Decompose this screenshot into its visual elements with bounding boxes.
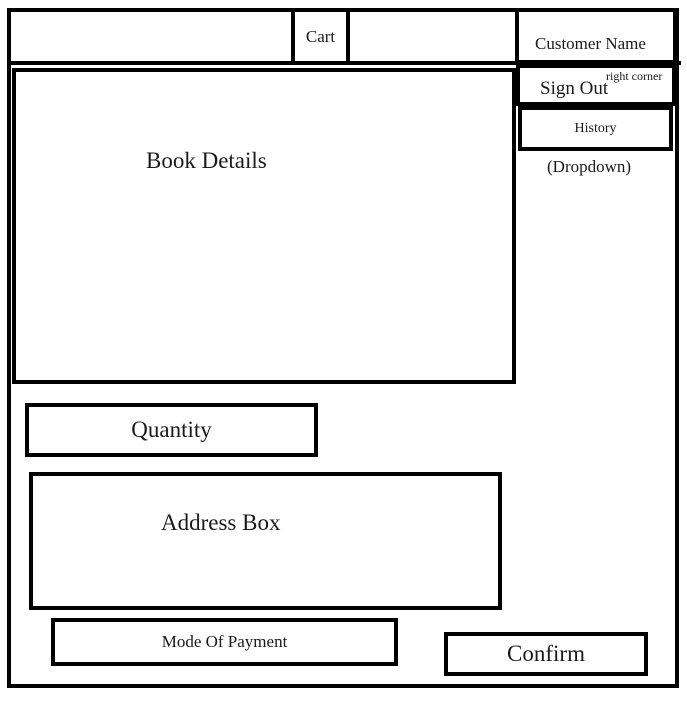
book-details-label: Book Details (146, 148, 267, 173)
confirm-button[interactable]: Confirm (444, 632, 648, 676)
address-box[interactable]: Address Box (29, 472, 502, 610)
confirm-label: Confirm (507, 641, 585, 666)
history-note: (Dropdown) (547, 157, 632, 176)
customer-name-box: Customer Name (515, 8, 677, 64)
sign-out-button[interactable]: Sign Out right corner (516, 64, 676, 106)
cart-label: Cart (305, 26, 336, 46)
sign-out-label: Sign Out (540, 78, 609, 99)
address-label: Address Box (161, 510, 281, 535)
payment-label: Mode Of Payment (161, 632, 288, 651)
history-dropdown[interactable]: History (518, 106, 673, 151)
book-details-panel: Book Details (12, 68, 516, 384)
quantity-label: Quantity (131, 417, 212, 442)
customer-name-label: Customer Name (535, 34, 646, 53)
quantity-field[interactable]: Quantity (25, 403, 318, 457)
history-label: History (574, 120, 617, 136)
payment-mode-select[interactable]: Mode Of Payment (51, 618, 398, 666)
header-bar (7, 8, 519, 65)
cart-button[interactable]: Cart (291, 8, 350, 65)
sign-out-note: right corner (606, 69, 663, 83)
